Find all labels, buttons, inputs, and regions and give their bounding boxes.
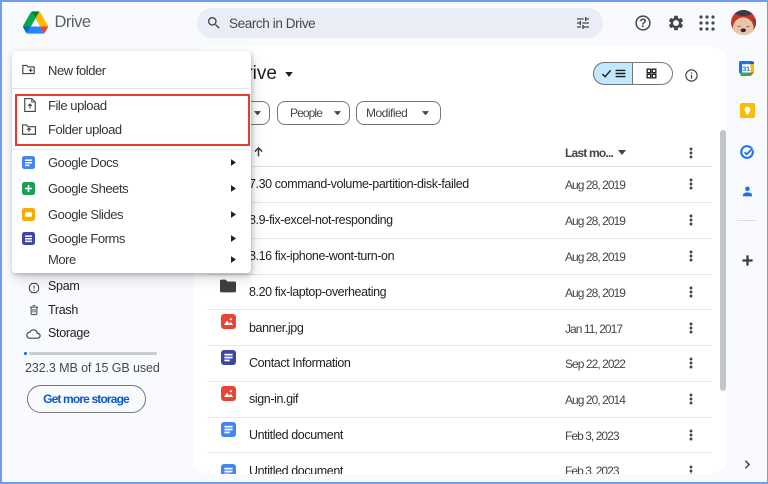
svg-text:31: 31 [743,66,751,73]
